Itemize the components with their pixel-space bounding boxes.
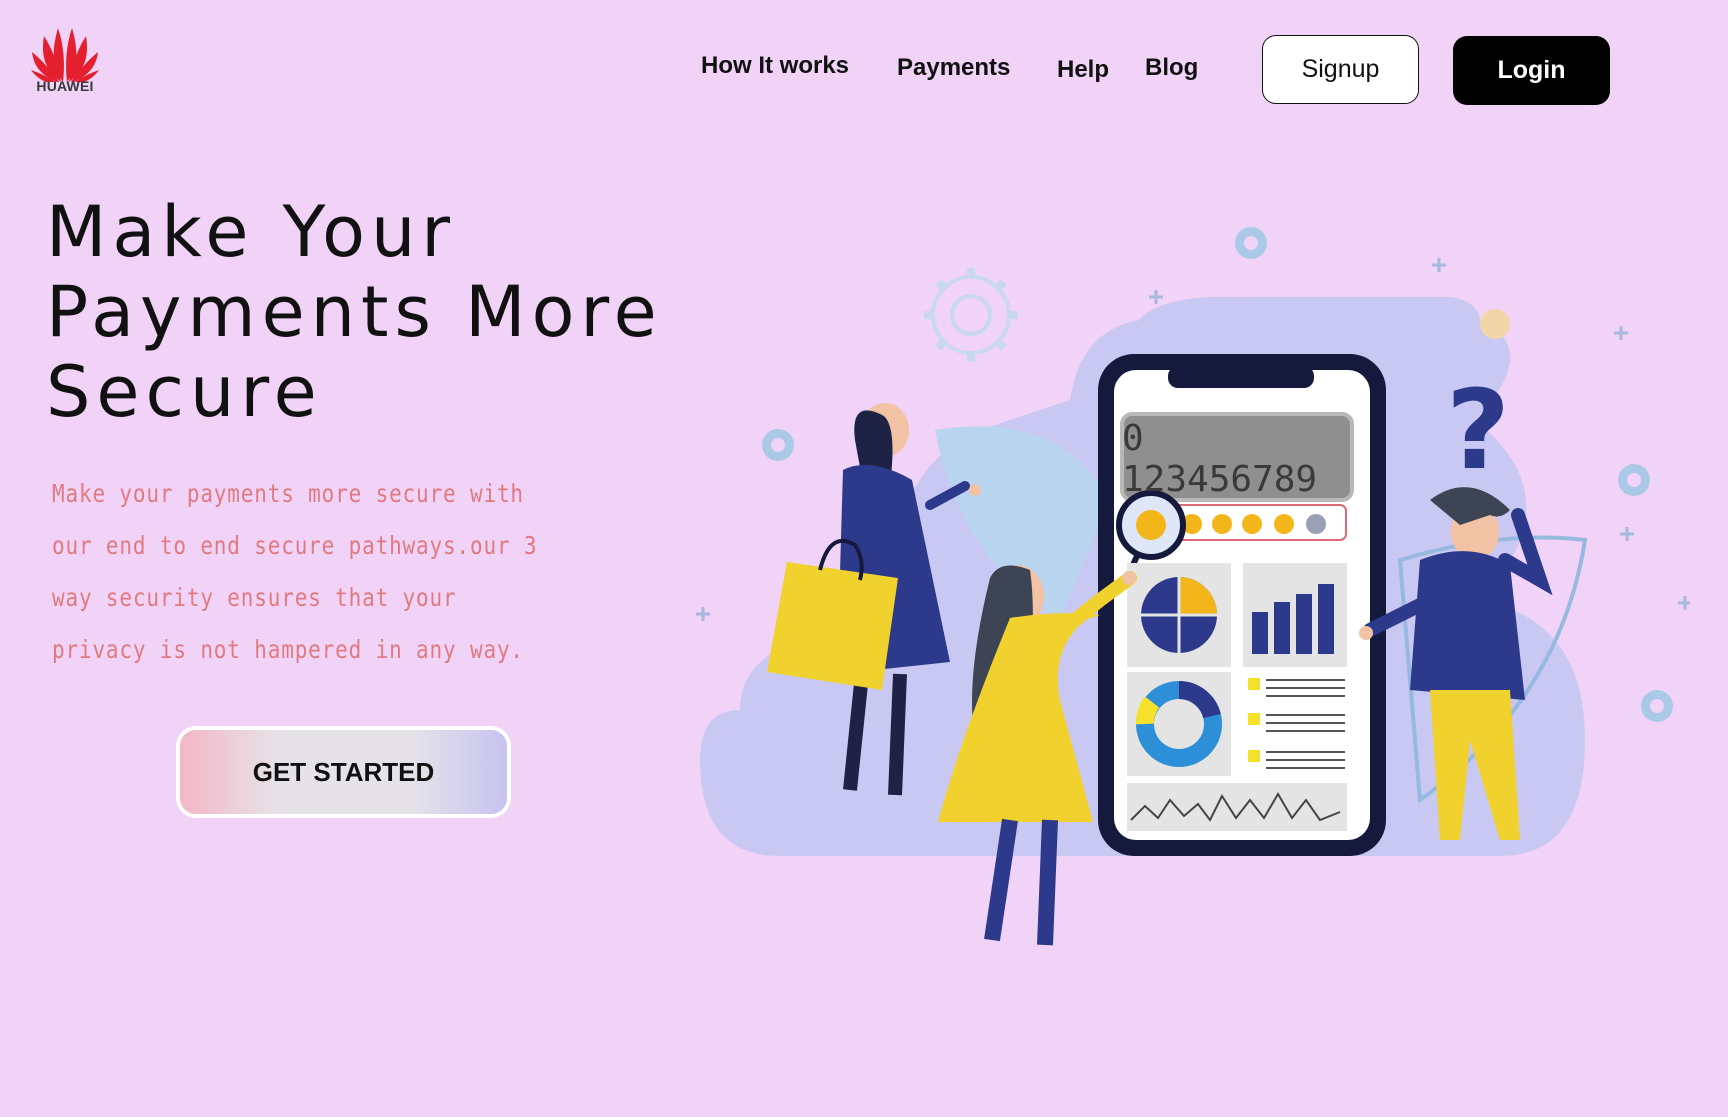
huawei-logo[interactable]: HUAWEI (30, 26, 100, 96)
shopping-bag-icon (767, 562, 898, 690)
huawei-petal-logo-icon (31, 28, 99, 82)
login-button[interactable]: Login (1453, 36, 1610, 105)
signup-button[interactable]: Signup (1262, 35, 1419, 104)
gear-icon (924, 268, 1018, 362)
nav-link-payments[interactable]: Payments (897, 54, 1010, 82)
nav-link-how-it-works[interactable]: How It works (701, 52, 849, 80)
phone-display-readout: 0 123456789 (1122, 418, 1318, 500)
nav-link-help[interactable]: Help (1057, 56, 1109, 84)
pie-chart-icon (1141, 577, 1217, 653)
payment-security-illustration: ? (696, 227, 1690, 946)
get-started-button[interactable]: GET STARTED (176, 726, 511, 818)
question-mark-icon: ? (1446, 366, 1510, 494)
hero-description: Make your payments more secure with our … (52, 479, 538, 664)
brand-name: HUAWEI (36, 78, 94, 94)
nav-link-blog[interactable]: Blog (1145, 54, 1198, 82)
hero-title: Make Your Payments More Secure (46, 191, 663, 433)
